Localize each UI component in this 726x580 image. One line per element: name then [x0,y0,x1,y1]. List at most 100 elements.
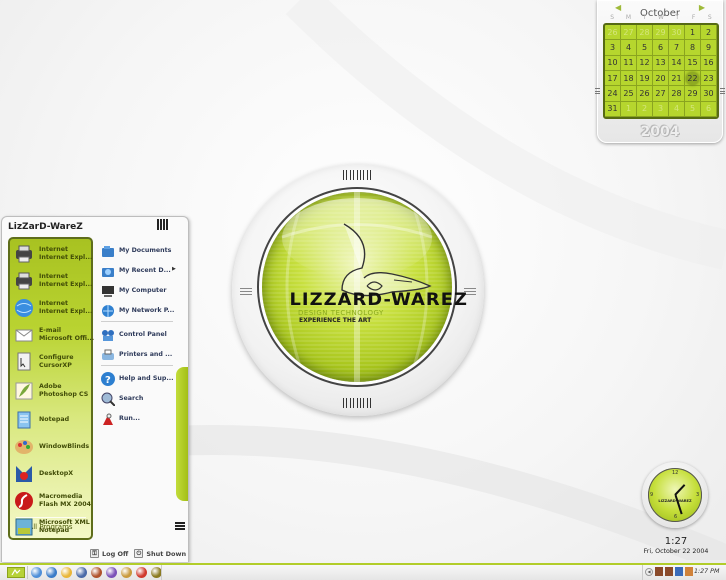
places-list: My Documents My Recent D... ▶ My Computer My… [99,237,179,537]
log-off-button[interactable]: ⚿ Log Off [90,549,128,558]
recent-item[interactable]: Configure CursorXP [13,349,93,375]
calendar-day[interactable]: 29 [653,25,669,41]
place-item[interactable]: Search [99,389,179,407]
calendar-day[interactable]: 21 [669,70,685,87]
place-item[interactable]: ? Help and Sup... [99,369,179,387]
place-item[interactable]: My Recent D... ▶ [99,261,179,279]
triangle-right-icon[interactable]: ▶ [699,3,705,12]
calendar-day[interactable]: 9 [701,40,717,56]
calendar-day[interactable]: 26 [605,25,621,41]
menu-grip-bottom[interactable] [175,522,185,531]
ql-tool-icon[interactable] [121,567,132,578]
calendar-day[interactable]: 8 [685,40,701,56]
calendar-day[interactable]: 10 [605,55,621,71]
ql-red-icon[interactable] [136,567,147,578]
calendar-day[interactable]: 28 [637,25,653,41]
calendar-day[interactable]: 25 [621,86,637,102]
calendar-day[interactable]: 2 [637,101,653,117]
ql-messenger-icon[interactable] [31,567,42,578]
calendar-day[interactable]: 26 [637,86,653,102]
place-item[interactable]: My Computer [99,281,179,299]
tray-app-icon[interactable] [685,567,693,576]
place-item[interactable]: Printers and ... [99,345,179,363]
tray-network-icon[interactable] [655,567,663,576]
calendar-day[interactable]: 23 [701,70,717,87]
calendar-day[interactable]: 5 [637,40,653,56]
tray-network2-icon[interactable] [665,567,673,576]
start-button[interactable] [7,567,25,578]
calendar-day[interactable]: 4 [621,40,637,56]
recent-item[interactable]: Microsoft XML Notepad [13,514,93,540]
menu-grip-top[interactable] [157,219,168,230]
calendar-day[interactable]: 6 [653,40,669,56]
calendar-day[interactable]: 30 [701,86,717,102]
place-item[interactable]: My Network P... [99,301,179,319]
ql-firefox-icon[interactable] [76,567,87,578]
ql-ie-icon[interactable] [46,567,57,578]
calendar-widget: ◀ October ▶ SMTWTFS 26 27 28 29 30 1 2 3 4 5 6 7 8 9 1… [595,0,725,143]
day-number: 13 [655,58,666,68]
calendar-day[interactable]: 16 [701,55,717,71]
calendar-day[interactable]: 11 [621,55,637,71]
calendar-day[interactable]: 12 [637,55,653,71]
calendar-day[interactable]: 27 [653,86,669,102]
menu-scroll-tab[interactable] [176,367,188,501]
shut-down-button[interactable]: ⏻ Shut Down [134,549,186,558]
calendar-day[interactable]: 2 [701,25,717,41]
calendar-day[interactable]: 31 [605,101,621,117]
calendar-day[interactable]: 13 [653,55,669,71]
svg-text:?: ? [105,375,111,386]
calendar-day[interactable]: 24 [605,86,621,102]
calendar-day[interactable]: 29 [685,86,701,102]
calendar-grid: 26 27 28 29 30 1 2 3 4 5 6 7 8 9 10 11 12 13 14 15 16 17 18 19 2… [603,23,719,119]
pinned-item[interactable]: E-mail Microsoft Offi... [13,322,94,348]
clock-number-3: 3 [696,492,700,498]
recent-item[interactable]: Macromedia Flash MX 2004 [13,488,93,514]
place-label: Help and Sup... [119,374,174,382]
orb-grip-left [240,288,252,295]
calendar-day[interactable]: 28 [669,86,685,102]
weekday-label: F [691,14,696,21]
triangle-left-icon[interactable]: ◀ [615,3,621,12]
calendar-day[interactable]: 1 [621,101,637,117]
calendar-grip-right[interactable] [720,88,725,94]
calendar-day[interactable]: 30 [669,25,685,41]
calendar-day[interactable]: 19 [637,70,653,87]
calendar-day[interactable]: 15 [685,55,701,71]
recent-item[interactable]: Notepad [13,407,93,433]
calendar-day[interactable]: 3 [605,40,621,56]
calendar-day-today[interactable]: 22 [685,70,701,87]
ql-app-icon[interactable] [61,567,72,578]
clock-widget: 12 3 6 9 LIZZARD-WAREZ [642,462,708,528]
calendar-day[interactable]: 5 [685,101,701,117]
place-item[interactable]: Run... [99,409,179,427]
item-label: Macromedia Flash MX 2004 [39,493,91,509]
calendar-day[interactable]: 17 [605,70,621,87]
ql-browser-icon[interactable] [91,567,102,578]
pinned-item[interactable]: Internet Internet Expl... [13,268,93,294]
recent-item[interactable]: WindowBlinds [13,434,93,460]
orb-glass [262,192,452,382]
ql-purple-icon[interactable] [106,567,117,578]
tray-clock[interactable]: 1:27 PM [694,568,719,575]
tray-expand-icon[interactable]: ◀ [645,567,653,576]
pinned-item[interactable]: Internet Internet Expl... [13,241,93,267]
calendar-day[interactable]: 4 [669,101,685,117]
calendar-day[interactable]: 3 [653,101,669,117]
calendar-day[interactable]: 7 [669,40,685,56]
calendar-day[interactable]: 6 [701,101,717,117]
calendar-day[interactable]: 27 [621,25,637,41]
place-item[interactable]: Control Panel [99,325,179,343]
calendar-day[interactable]: 14 [669,55,685,71]
place-item[interactable]: My Documents [99,241,179,259]
clock-face: 12 3 6 9 LIZZARD-WAREZ [648,468,702,522]
day-number: 5 [689,104,696,114]
recent-item[interactable]: Adobe Photoshop CS [13,378,93,404]
calendar-grip-left[interactable] [595,88,600,94]
tray-monitor-icon[interactable] [675,567,683,576]
calendar-day[interactable]: 20 [653,70,669,87]
calendar-day[interactable]: 18 [621,70,637,87]
pinned-item[interactable]: Internet Internet Expl... [13,295,93,321]
recent-item[interactable]: DesktopX [13,461,93,487]
calendar-day[interactable]: 1 [685,25,701,41]
